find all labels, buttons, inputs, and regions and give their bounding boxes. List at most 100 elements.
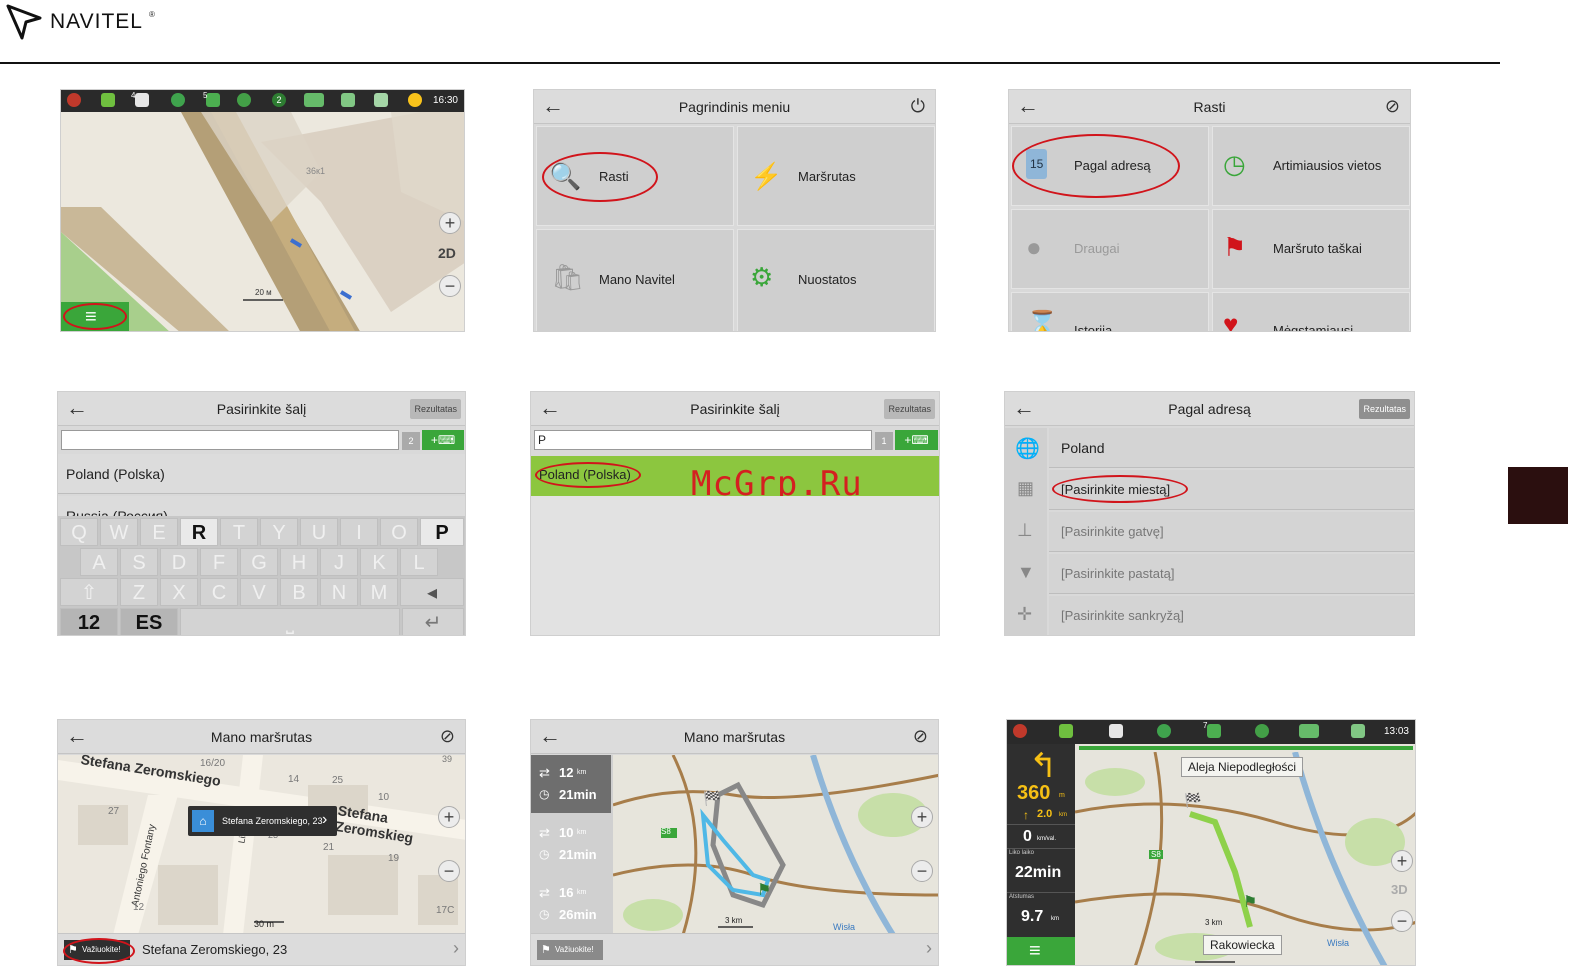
key[interactable]: Q [60,518,98,546]
screen-title: Mano maršrutas [210,729,313,745]
view-3d-button[interactable]: 3D [1391,882,1408,897]
tile-label: Artimiausios vietos [1273,158,1382,173]
user-icon [1157,724,1171,738]
power-icon[interactable]: ⏻ [911,96,925,117]
shift-key[interactable]: ⇧ [60,578,118,606]
battery-icon [304,93,324,107]
list-item[interactable]: Russia (Россия) [58,496,465,518]
highlight-circle [535,462,641,488]
list-item[interactable]: Poland (Polska) [58,454,465,494]
screen-map-3d: 4 5 2 16:30 36к1 20 м + 2D − ≡ [60,89,465,332]
tile-history[interactable]: ⌛ Istorija [1011,292,1209,332]
key[interactable]: G [240,548,278,576]
registered-mark: ® [148,9,155,19]
zoom-out-button[interactable]: − [439,275,461,297]
key[interactable]: O [380,518,418,546]
screen-title: Pasirinkite šalį [690,401,780,417]
language-key[interactable]: ES [120,608,178,635]
zoom-out-button[interactable]: − [911,860,933,882]
hourglass-icon: ⌛ [1026,309,1059,332]
intersection-row[interactable]: [Pasirinkite sankryžą] [1049,596,1414,635]
route-progress-bar [1079,746,1413,750]
zoom-in-button[interactable]: + [439,212,461,234]
tile-route[interactable]: ⚡ Maršrutas [737,126,935,226]
zoom-out-button[interactable]: − [1391,910,1413,932]
tile-my-navitel[interactable]: 🛍 Mano Navitel [536,229,734,331]
house-number: 19 [388,853,400,864]
tile-nearby[interactable]: ◷ Artimiausios vietos [1212,126,1410,206]
zoom-in-button[interactable]: + [438,806,460,828]
results-button[interactable]: Rezultatas [1359,399,1410,419]
key[interactable]: K [360,548,398,576]
route-unit: km [577,889,587,896]
search-input[interactable] [61,430,399,450]
road-label: S8 [661,827,671,836]
key[interactable]: S [120,548,158,576]
clock-icon: ◷ [539,907,550,921]
navigation-arrow-icon [6,4,42,40]
key[interactable]: R [180,518,218,546]
tile-friends[interactable]: ● Draugai [1011,209,1209,289]
key[interactable]: C [200,578,238,606]
key[interactable]: B [280,578,318,606]
tile-favorites[interactable]: ♥ Mėgstamiausi [1212,292,1410,331]
zoom-in-button[interactable]: + [911,806,933,828]
key[interactable]: I [340,518,378,546]
tile-waypoints[interactable]: ⚑ Maršruto taškai [1212,209,1410,289]
key[interactable]: Z [120,578,158,606]
key[interactable]: P [420,518,464,546]
key[interactable]: L [400,548,438,576]
key[interactable]: Y [260,518,298,546]
user-icon [171,93,185,107]
street-sign-icon: ⊥ [1017,520,1033,540]
row-label: [Pasirinkite gatvę] [1061,524,1164,539]
key[interactable]: U [300,518,338,546]
zoom-out-button[interactable]: − [438,860,460,882]
backspace-key[interactable]: ◂ [400,578,464,606]
map-scale: 3 km [1205,918,1223,927]
view-2d-button[interactable]: 2D [438,245,456,261]
street-row[interactable]: [Pasirinkite gatvę] [1049,512,1414,552]
chevron-right-icon[interactable]: › [453,938,459,959]
enter-key[interactable]: ↵ [402,608,464,635]
key[interactable]: T [220,518,258,546]
zoom-in-button[interactable]: + [1391,850,1413,872]
go-button[interactable]: ⚑ Važiuokite! [537,940,603,960]
route-option-3[interactable]: ⇄ 16 km ◷ 26min [531,875,611,933]
results-button[interactable]: Rezultatas [884,399,935,419]
key[interactable]: V [240,578,278,606]
popup-label: Stefana Zeromskiego, 23 [222,816,323,826]
key[interactable]: A [80,548,118,576]
key[interactable]: W [100,518,138,546]
numbers-key[interactable]: 12 [60,608,118,635]
key[interactable]: M [360,578,398,606]
map-3d-view [61,112,464,331]
key[interactable]: N [320,578,358,606]
chevron-right-icon[interactable]: › [926,938,932,959]
menu-button[interactable]: ≡ [1007,937,1075,965]
route-option-1[interactable]: ⇄ 12 km ◷ 21min [531,755,611,813]
keyboard-toggle-button[interactable]: +⌨ [895,430,938,450]
start-flag-icon: ⚑ [757,882,772,899]
space-key[interactable]: ⎵ [180,608,400,635]
results-button[interactable]: Rezultatas [410,399,461,419]
key[interactable]: F [200,548,238,576]
route-option-2[interactable]: ⇄ 10 km ◷ 21min [531,815,611,873]
volume-icon [1059,724,1073,738]
key[interactable]: E [140,518,178,546]
key[interactable]: X [160,578,198,606]
key[interactable]: J [320,548,358,576]
screen-title: Pagrindinis meniu [678,99,791,115]
volume-icon [101,93,115,107]
address-popup[interactable]: ⌂ Stefana Zeromskiego, 23 › [188,806,337,836]
key[interactable]: H [280,548,318,576]
country-row[interactable]: Poland [1049,428,1414,468]
building-row[interactable]: [Pasirinkite pastatą] [1049,554,1414,594]
next-distance: 2.0 [1037,808,1053,820]
key[interactable]: D [160,548,198,576]
search-input[interactable]: P [534,430,872,450]
distance-unit: km [1051,916,1059,922]
keyboard-toggle-button[interactable]: +⌨ [422,430,464,450]
no-gps-icon: ⊘ [1384,96,1400,116]
tile-settings[interactable]: ⚙ Nuostatos [737,229,935,331]
